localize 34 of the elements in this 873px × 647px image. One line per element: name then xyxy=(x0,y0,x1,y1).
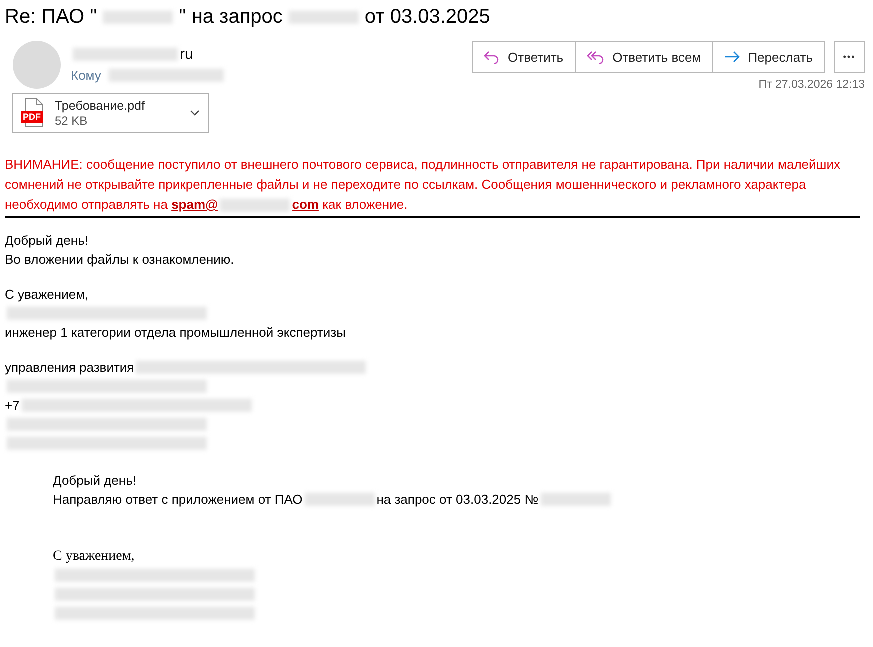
text: " на запрос xyxy=(179,6,283,29)
attachment-card[interactable]: PDF Требование.pdf 52 KB xyxy=(12,93,209,133)
reply-icon xyxy=(484,50,500,64)
pdf-label: PDF xyxy=(21,111,43,123)
text: Добрый день! xyxy=(5,233,88,248)
warning-text: ВНИМАНИЕ: сообщение поступило от внешнего почтового сервиса, подлинность отправителя не гарантирована. При наличии малейших сомнений не открывайте прикрепленные файлы и не переходите по ссылкам. Сообщения мошеннического и рекламного характера необходимо отправлять на spam@ com как вложение. xyxy=(5,155,860,218)
arrow-right-icon xyxy=(724,51,740,63)
file-name: Требование.pdf xyxy=(55,98,146,112)
redacted-text xyxy=(304,493,375,506)
text: от 03.03.2025 xyxy=(364,6,490,29)
text: на запрос от 03.03.2025 № xyxy=(376,492,539,507)
text: Во вложении файлы к ознакомлению. xyxy=(5,252,234,267)
avatar xyxy=(13,41,61,89)
to-label: Кому xyxy=(71,68,102,83)
email-link[interactable]: spam@ xyxy=(172,197,218,212)
text: Re: ПАО " xyxy=(5,6,98,29)
chevron-down-icon xyxy=(190,110,200,116)
date: Пт 27.03.2026 12:13 xyxy=(758,79,865,91)
redacted-text xyxy=(288,11,359,24)
email-link[interactable]: com xyxy=(292,197,319,212)
redacted-text xyxy=(220,199,290,212)
text: С уважением, xyxy=(5,287,89,302)
redacted-text xyxy=(540,493,611,506)
text: Направляю ответ с приложением от ПАО xyxy=(53,492,303,507)
text: Добрый день! xyxy=(53,473,136,488)
redacted-text xyxy=(103,11,174,24)
more-button[interactable]: ••• xyxy=(834,41,865,73)
text: ru xyxy=(180,46,194,63)
text: управления развития xyxy=(5,360,134,375)
text: С уважением, xyxy=(53,548,135,564)
file-size: 52 KB xyxy=(55,114,89,128)
text: +7 xyxy=(5,398,20,413)
reply-all-icon xyxy=(586,50,605,64)
text: инженер 1 категории отдела промышленной экспертизы xyxy=(5,325,346,340)
